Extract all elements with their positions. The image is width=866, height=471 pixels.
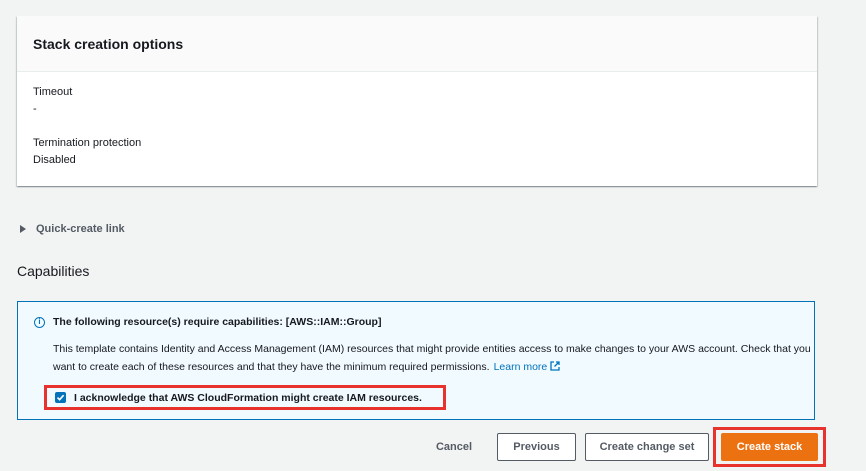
create-stack-highlight: Create stack [713,427,826,467]
checkmark-icon [56,394,65,401]
learn-more-link[interactable]: Learn more [494,361,561,373]
acknowledge-row-highlight: I acknowledge that AWS CloudFormation mi… [44,385,446,410]
termination-protection-value: Disabled [33,154,76,166]
panel-title: Stack creation options [33,35,184,52]
timeout-value: - [33,103,37,115]
termination-protection-label: Termination protection [33,137,142,149]
create-change-set-button[interactable]: Create change set [585,433,709,461]
create-stack-button[interactable]: Create stack [721,433,818,461]
quick-create-link-expander[interactable]: Quick-create link [20,223,125,235]
capabilities-body: This template contains Identity and Acce… [53,343,811,373]
acknowledge-label[interactable]: I acknowledge that AWS CloudFormation mi… [74,392,422,404]
quick-create-link-label: Quick-create link [36,223,125,235]
previous-button[interactable]: Previous [497,433,576,461]
caret-right-icon [20,225,26,233]
termination-protection-field: Termination protection Disabled [33,135,141,169]
cancel-button[interactable]: Cancel [424,433,484,461]
timeout-field: Timeout - [33,84,72,118]
info-icon: i [34,317,45,328]
capabilities-title: Capabilities [17,263,90,279]
external-link-icon [550,361,560,371]
capabilities-heading: The following resource(s) require capabi… [53,316,382,328]
acknowledge-checkbox[interactable] [55,392,66,403]
capabilities-info-alert: i The following resource(s) require capa… [17,301,815,420]
capabilities-description: This template contains Identity and Acce… [53,340,813,376]
timeout-label: Timeout [33,86,73,98]
stack-creation-options-panel: Stack creation options Timeout - Termina… [17,16,817,186]
panel-header: Stack creation options [17,16,817,72]
